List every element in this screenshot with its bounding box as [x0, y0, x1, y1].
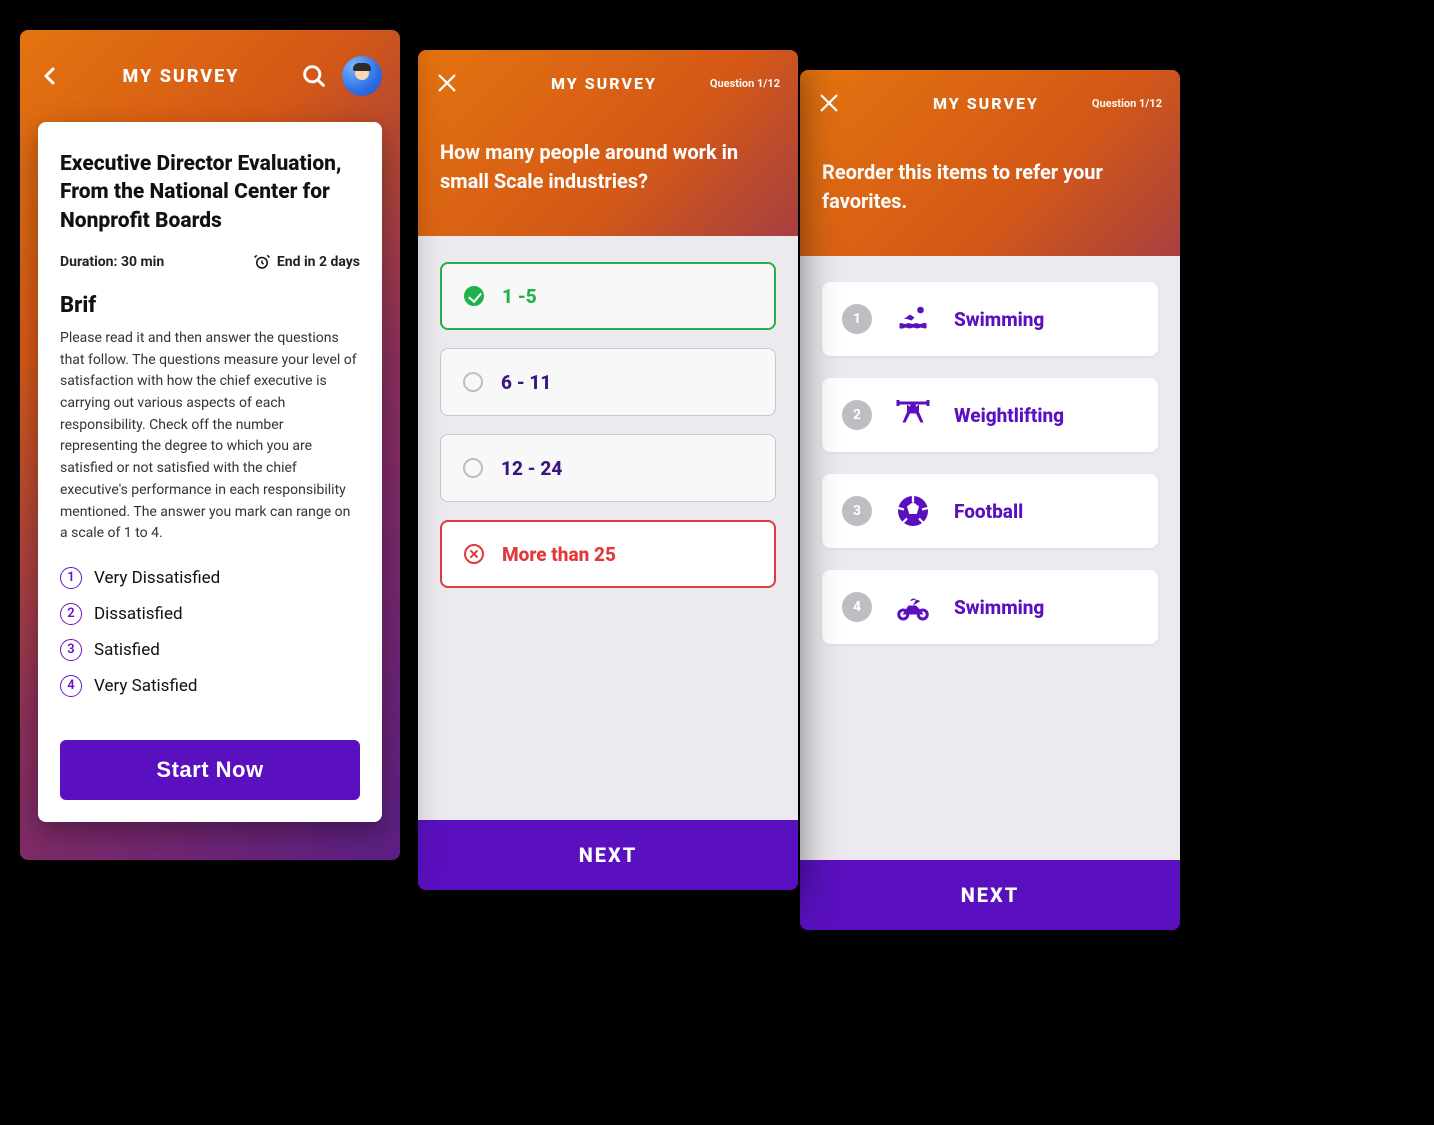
close-button[interactable] [818, 92, 840, 114]
search-icon [300, 62, 328, 90]
header: MY SURVEY Question 1/12 [800, 70, 1180, 136]
close-icon [436, 72, 458, 94]
header-title: MY SURVEY [840, 94, 1092, 113]
survey-intro-screen: MY SURVEY Executive Director Evaluation,… [20, 30, 400, 860]
rank-badge: 1 [842, 304, 872, 334]
answer-option[interactable]: 6 - 11 [440, 348, 776, 416]
item-label: Swimming [954, 308, 1044, 331]
scale-number: 4 [60, 675, 82, 697]
survey-title: Executive Director Evaluation, From the … [60, 150, 360, 235]
back-button[interactable] [38, 64, 62, 88]
next-button[interactable]: NEXT [800, 860, 1180, 930]
options-list: 1 -5 6 - 11 12 - 24 More than 25 [418, 236, 798, 820]
close-icon [818, 92, 840, 114]
rank-badge: 2 [842, 400, 872, 430]
duration-label: Duration: 30 min [60, 254, 164, 270]
option-label: More than 25 [502, 543, 616, 566]
brief-heading: Brif [60, 293, 360, 318]
option-label: 12 - 24 [501, 457, 562, 480]
scale-number: 1 [60, 567, 82, 589]
item-label: Swimming [954, 596, 1044, 619]
scale-label: Satisfied [94, 640, 160, 660]
reorder-item[interactable]: 1 Swimming [822, 282, 1158, 356]
option-label: 6 - 11 [501, 371, 551, 394]
scale-item: 4 Very Satisfied [60, 675, 360, 697]
question-counter: Question 1/12 [1092, 97, 1162, 110]
scale-item: 2 Dissatisfied [60, 603, 360, 625]
next-button[interactable]: NEXT [418, 820, 798, 890]
alarm-clock-icon [253, 253, 271, 271]
answer-option[interactable]: 1 -5 [440, 262, 776, 330]
survey-intro-card: Executive Director Evaluation, From the … [38, 122, 382, 822]
header: MY SURVEY [20, 30, 400, 122]
reorder-list: 1 Swimming 2 Weightlifting 3 Football 4 [800, 256, 1180, 860]
scale-label: Very Dissatisfied [94, 568, 220, 588]
start-button[interactable]: Start Now [60, 740, 360, 800]
rank-badge: 4 [842, 592, 872, 622]
scale-number: 3 [60, 639, 82, 661]
reorder-item[interactable]: 3 Football [822, 474, 1158, 548]
radio-icon [463, 372, 483, 392]
close-button[interactable] [436, 72, 458, 94]
scale-label: Dissatisfied [94, 604, 183, 624]
survey-reorder-screen: MY SURVEY Question 1/12 Reorder this ite… [800, 70, 1180, 930]
header-title: MY SURVEY [62, 66, 300, 87]
radio-icon [463, 458, 483, 478]
scale-item: 1 Very Dissatisfied [60, 567, 360, 589]
deadline-label: End in 2 days [277, 254, 360, 270]
check-circle-icon [464, 286, 484, 306]
item-label: Football [954, 500, 1023, 523]
satisfaction-scale: 1 Very Dissatisfied 2 Dissatisfied 3 Sat… [60, 567, 360, 697]
deadline: End in 2 days [253, 253, 360, 271]
cross-circle-icon [464, 544, 484, 564]
question-counter: Question 1/12 [710, 77, 780, 90]
weightlifting-icon [894, 396, 932, 434]
question-text: Reorder this items to refer your favorit… [800, 136, 1180, 256]
scale-number: 2 [60, 603, 82, 625]
answer-option[interactable]: More than 25 [440, 520, 776, 588]
header: MY SURVEY Question 1/12 [418, 50, 798, 116]
reorder-item[interactable]: 4 Swimming [822, 570, 1158, 644]
brief-text: Please read it and then answer the quest… [60, 328, 360, 545]
survey-question-screen: MY SURVEY Question 1/12 How many people … [418, 50, 798, 890]
reorder-item[interactable]: 2 Weightlifting [822, 378, 1158, 452]
survey-meta: Duration: 30 min End in 2 days [60, 253, 360, 271]
scale-item: 3 Satisfied [60, 639, 360, 661]
rank-badge: 3 [842, 496, 872, 526]
scale-label: Very Satisfied [94, 676, 197, 696]
header-title: MY SURVEY [458, 74, 710, 93]
search-button[interactable] [300, 62, 328, 90]
profile-avatar[interactable] [342, 56, 382, 96]
motorcycle-icon [894, 588, 932, 626]
football-icon [894, 492, 932, 530]
item-label: Weightlifting [954, 404, 1064, 427]
swimming-icon [894, 300, 932, 338]
chevron-left-icon [38, 64, 62, 88]
question-text: How many people around work in small Sca… [418, 116, 798, 236]
answer-option[interactable]: 12 - 24 [440, 434, 776, 502]
option-label: 1 -5 [502, 285, 537, 308]
